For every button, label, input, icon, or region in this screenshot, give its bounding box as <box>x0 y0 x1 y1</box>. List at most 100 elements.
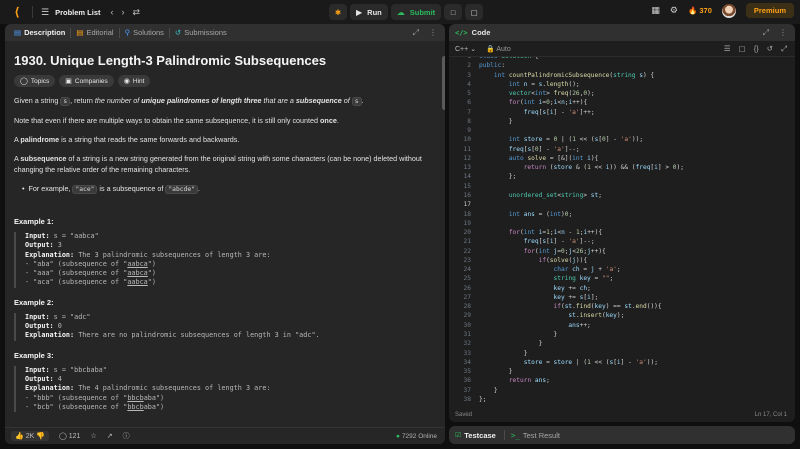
format-icon[interactable]: ☰ <box>724 44 731 54</box>
code-line: 13 return (store & (1 << i)) && (freq[i]… <box>449 163 795 172</box>
whiteboard-button[interactable]: ▢ <box>465 4 484 20</box>
reset-icon[interactable]: ↺ <box>767 44 773 54</box>
code-line: 6 for(int i=0;i<n;i++){ <box>449 98 795 107</box>
streak-value: 370 <box>699 6 712 15</box>
tab-label: Solutions <box>133 28 164 37</box>
text: ") <box>147 278 156 287</box>
text: subsequence <box>20 154 67 163</box>
settings-gear-icon[interactable]: ⚙ <box>670 5 678 16</box>
text: , return <box>70 96 95 105</box>
code-line: 33 } <box>449 349 795 358</box>
code-line: 24 char ch = j + 'a'; <box>449 265 795 274</box>
thumbs-up-icon: 👍 <box>15 433 24 440</box>
text: - "aca" (subsequence of " <box>25 278 128 287</box>
play-icon: ▶ <box>356 7 363 17</box>
code-text: for(int j=0;j<26;j++){ <box>523 247 606 255</box>
text: . <box>197 184 200 193</box>
layout-icon[interactable]: ▦ <box>651 5 660 16</box>
code-line: 7 freq[s[i] - 'a']++; <box>449 108 795 117</box>
next-problem-icon[interactable]: › <box>122 7 125 17</box>
code-text: }; <box>479 173 517 181</box>
tab-submissions[interactable]: ↺ Submissions <box>170 28 232 37</box>
save-status: Saved <box>455 411 473 418</box>
leetcode-logo-icon[interactable]: ⟨ <box>10 5 24 19</box>
prev-problem-icon[interactable]: ‹ <box>111 7 114 17</box>
maximize-icon[interactable]: ⤢ <box>763 28 769 38</box>
problem-list-link[interactable]: Problem List <box>55 8 100 17</box>
braces-icon[interactable]: {} <box>754 44 759 54</box>
note-icon: □ <box>450 7 456 17</box>
explanation-value: The 3 palindromic subsequences of length… <box>78 250 271 259</box>
line-number: 30 <box>463 321 471 329</box>
input-value: s = "bbcbaba" <box>53 365 107 374</box>
code-line: 30 ans++; <box>449 321 795 330</box>
tab-testcase[interactable]: ☑ Testcase <box>455 431 496 440</box>
avatar[interactable] <box>721 3 736 18</box>
line-number: 3 <box>467 71 471 79</box>
code-text: if(solve(j)){ <box>538 256 588 264</box>
code-text: } <box>479 349 528 357</box>
topics-pill[interactable]: ◯ Topics <box>14 75 56 87</box>
code-editor[interactable]: 1class Solution { 2public: 3 int countPa… <box>449 57 795 407</box>
line-number: 36 <box>463 377 471 385</box>
comments-button[interactable]: ◯ 121 <box>58 432 80 441</box>
code-icon: </> <box>455 28 468 37</box>
code-line: 38}; <box>449 395 795 404</box>
auto-mode-toggle[interactable]: 🔒 Auto <box>486 45 511 53</box>
run-button[interactable]: ▶ Run <box>350 4 388 20</box>
bookmark-icon[interactable]: ▢ <box>739 44 746 54</box>
code-line: 29 st.insert(key); <box>449 311 795 320</box>
line-number: 31 <box>463 330 471 338</box>
debug-button[interactable]: ✱ <box>329 4 347 20</box>
code-line: 27 key += s[i]; <box>449 293 795 302</box>
code-text: return (store & (1 << i)) && (freq[i] > … <box>523 164 684 172</box>
auto-label: Auto <box>496 45 511 53</box>
list-icon[interactable]: ☰ <box>41 7 49 18</box>
text: palindrome <box>20 135 60 144</box>
tab-label: Description <box>24 28 66 37</box>
comment-icon: ◯ <box>58 433 67 440</box>
output-label: Output: <box>25 241 54 250</box>
tag-pills: ◯ Topics ▣ Companies ◉ Hint <box>14 75 435 87</box>
share-icon[interactable]: ↗ <box>107 432 113 440</box>
terminal-icon: >_ <box>510 430 520 440</box>
premium-button[interactable]: Premium <box>745 3 794 18</box>
maximize-icon[interactable]: ⤢ <box>413 28 419 38</box>
thumbs-down-icon[interactable]: 👎 <box>36 432 45 440</box>
tab-test-result[interactable]: >_ Test Result <box>511 431 560 440</box>
scrollbar[interactable] <box>442 56 445 110</box>
tab-description[interactable]: ▤ Description <box>9 28 70 37</box>
code-text: freq[s[0] - 'a']--; <box>508 145 580 153</box>
tab-solutions[interactable]: ⚲ Solutions <box>120 28 169 37</box>
like-button[interactable]: 👍 2K 👎 <box>11 431 49 441</box>
language-select[interactable]: C++ ⌄ <box>455 45 476 53</box>
more-options-icon[interactable]: ⋮ <box>779 28 787 38</box>
fire-icon: 🔥 <box>687 6 698 15</box>
submit-button[interactable]: ☁ Submit <box>390 4 442 20</box>
example-block: Input: s = "adc" Output: 0 Explanation: … <box>14 312 435 341</box>
tab-label: Testcase <box>464 430 496 440</box>
more-options-icon[interactable]: ⋮ <box>429 28 437 38</box>
code-line: 22 for(int j=0;j<26;j++){ <box>449 247 795 256</box>
help-icon[interactable]: ⓘ <box>123 431 130 441</box>
code-text: } <box>479 330 558 338</box>
streak-counter[interactable]: 🔥 370 <box>688 6 712 15</box>
lock-icon: ▣ <box>65 78 72 85</box>
companies-pill[interactable]: ▣ Companies <box>59 75 114 87</box>
tab-editorial[interactable]: ▤ Editorial <box>71 28 118 37</box>
line-number: 12 <box>463 154 471 162</box>
favorite-star-icon[interactable]: ☆ <box>90 432 96 440</box>
testcase-panel: ☑ Testcase >_ Test Result <box>449 426 795 444</box>
code-text: int countPalindromicSubsequence(string s… <box>493 71 655 79</box>
line-number: 22 <box>463 247 471 255</box>
fullscreen-icon[interactable]: ⤢ <box>781 44 787 54</box>
shuffle-icon[interactable]: ⇄ <box>133 7 141 18</box>
example-block: Input: s = "aabca" Output: 3 Explanation… <box>14 232 435 288</box>
output-label: Output: <box>25 374 54 383</box>
lightbulb-icon: ◉ <box>123 78 130 85</box>
tab-code[interactable]: Code <box>472 28 491 37</box>
code-text: string key = ""; <box>553 275 614 283</box>
notes-button[interactable]: □ <box>444 4 463 20</box>
hint-pill[interactable]: ◉ Hint <box>117 75 151 87</box>
